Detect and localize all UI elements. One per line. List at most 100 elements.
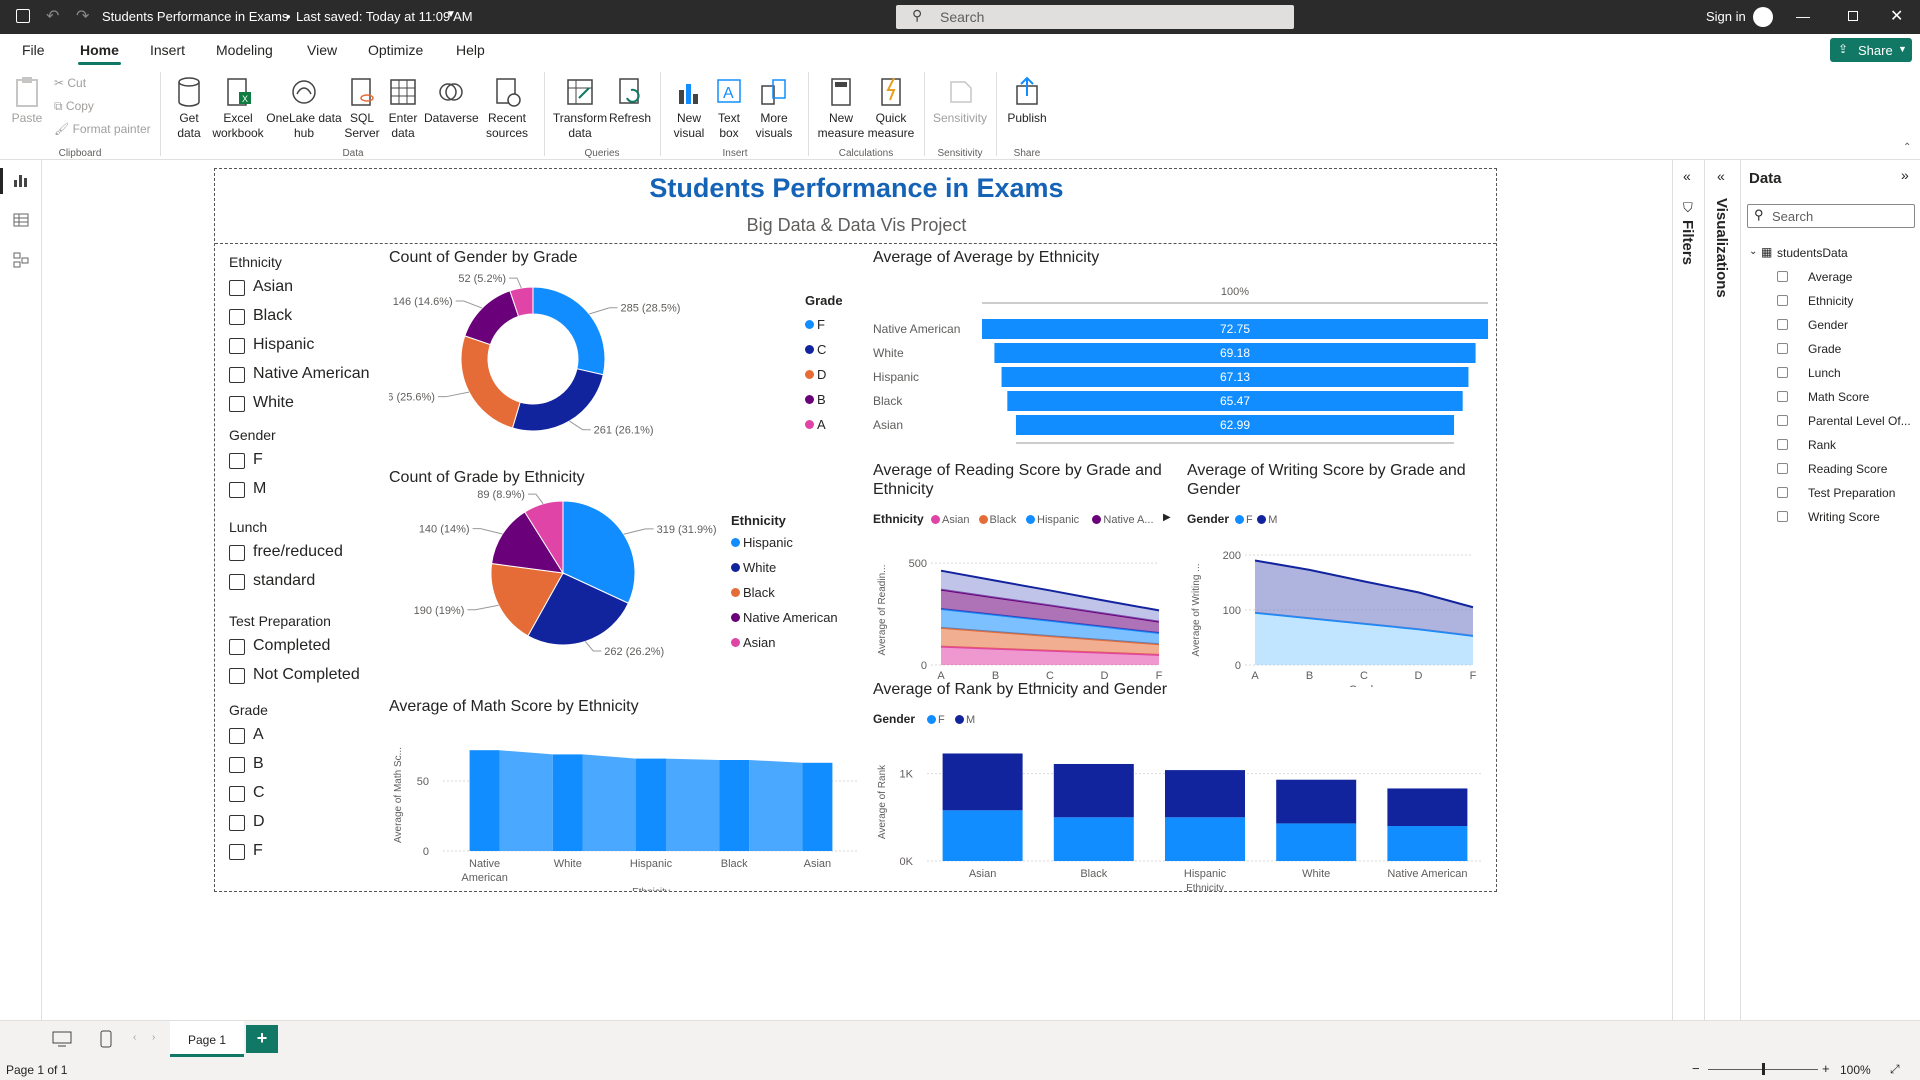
data-field-item[interactable]: Math Score <box>1777 390 1917 404</box>
data-search-input[interactable]: ⚲ Search <box>1747 204 1915 228</box>
donut-chart[interactable]: 285 (28.5%) 261 (26.1%) 256 (25.6%) 146 (14… <box>389 269 689 449</box>
data-field-item[interactable]: Ethnicity <box>1777 294 1917 308</box>
page-tab[interactable]: Page 1 <box>170 1021 244 1057</box>
fit-to-page-icon[interactable]: ⤢ <box>1890 1062 1900 1077</box>
checkbox[interactable] <box>1777 391 1788 402</box>
slicer-item-f[interactable]: F <box>229 451 263 469</box>
format-painter-button[interactable]: 🖌 Format painter <box>54 122 151 136</box>
zoom-out-icon[interactable]: − <box>1692 1061 1700 1076</box>
checkbox[interactable] <box>1777 319 1788 330</box>
checkbox[interactable] <box>1777 439 1788 450</box>
legend-item[interactable]: D <box>805 367 826 382</box>
slicer-item-standard[interactable]: standard <box>229 572 315 590</box>
checkbox[interactable] <box>1777 271 1788 282</box>
filters-pane-collapsed[interactable]: « ⛉ Filters <box>1672 160 1704 1020</box>
menu-modeling[interactable]: Modeling <box>216 42 273 58</box>
new-visual-button[interactable]: New visual <box>668 76 710 141</box>
data-field-item[interactable]: Parental Level Of... <box>1777 414 1917 428</box>
legend-item[interactable]: M <box>955 714 975 726</box>
legend-item[interactable]: Native American <box>731 610 838 625</box>
menu-home[interactable]: Home <box>78 42 121 65</box>
area-chart[interactable]: 0 100 200 A B C D F Grade Average of Writing ... <box>1187 527 1493 687</box>
redo-icon[interactable]: ↷ <box>76 6 89 26</box>
dataverse-button[interactable]: Dataverse <box>424 76 479 126</box>
checkbox[interactable] <box>229 786 245 802</box>
desktop-layout-icon[interactable] <box>52 1031 72 1047</box>
checkbox[interactable] <box>229 844 245 860</box>
checkbox[interactable] <box>229 639 245 655</box>
data-field-item[interactable]: Average <box>1777 270 1917 284</box>
data-field-item[interactable]: Gender <box>1777 318 1917 332</box>
menu-insert[interactable]: Insert <box>150 42 185 58</box>
legend-next-icon[interactable]: ▶ <box>1163 512 1171 523</box>
menu-view[interactable]: View <box>307 42 337 58</box>
slicer-item-completed[interactable]: Completed <box>229 637 330 655</box>
table-view-icon[interactable] <box>13 212 29 228</box>
legend-item[interactable]: Asian <box>931 514 970 526</box>
quick-measure-button[interactable]: Quick measure <box>866 76 916 141</box>
checkbox[interactable] <box>229 815 245 831</box>
share-button[interactable]: ⇪ Share ▼ <box>1830 38 1912 62</box>
collapse-ribbon-icon[interactable]: ⌃ <box>1903 142 1911 153</box>
mobile-layout-icon[interactable] <box>100 1030 112 1048</box>
get-data-button[interactable]: Get data <box>168 76 210 141</box>
slicer-item-free-reduced[interactable]: free/reduced <box>229 543 343 561</box>
slicer-item-not-completed[interactable]: Not Completed <box>229 666 360 684</box>
slicer-item-native-american[interactable]: Native American <box>229 365 370 383</box>
cut-button[interactable]: ✂ Cut <box>54 76 86 90</box>
copy-button[interactable]: ⧉ Copy <box>54 99 94 114</box>
legend-item[interactable]: A <box>805 417 826 432</box>
checkbox[interactable] <box>229 482 245 498</box>
checkbox[interactable] <box>1777 511 1788 522</box>
slicer-item-black[interactable]: Black <box>229 307 292 325</box>
restore-icon[interactable] <box>1848 11 1858 21</box>
checkbox[interactable] <box>229 396 245 412</box>
next-page-icon[interactable]: › <box>152 1032 155 1043</box>
publish-button[interactable]: Publish <box>1004 76 1050 126</box>
slicer-item-a[interactable]: A <box>229 726 264 744</box>
area-chart[interactable]: 0500ABCDFGradeAverage of Readin... <box>873 527 1185 687</box>
data-field-item[interactable]: Lunch <box>1777 366 1917 380</box>
checkbox[interactable] <box>229 668 245 684</box>
chevron-down-icon[interactable]: ▼ <box>446 9 456 20</box>
excel-workbook-button[interactable]: X Excel workbook <box>212 76 264 141</box>
checkbox[interactable] <box>1777 415 1788 426</box>
menu-optimize[interactable]: Optimize <box>368 42 423 58</box>
slicer-item-white[interactable]: White <box>229 394 294 412</box>
text-box-button[interactable]: A Text box <box>712 76 746 141</box>
legend-item[interactable]: Native A... <box>1092 514 1154 526</box>
stacked-bar-chart[interactable]: 0K 1K Asian Black Hispanic White Native Americ… <box>873 729 1493 891</box>
visualizations-pane-collapsed[interactable]: « Visualizations <box>1704 160 1740 1020</box>
minimize-icon[interactable]: — <box>1796 8 1810 24</box>
sign-in-link[interactable]: Sign in <box>1706 9 1746 24</box>
legend-item[interactable]: B <box>805 392 826 407</box>
data-field-item[interactable]: Test Preparation <box>1777 486 1917 500</box>
data-field-item[interactable]: Grade <box>1777 342 1917 356</box>
legend-item[interactable]: M <box>1257 514 1277 526</box>
checkbox[interactable] <box>229 728 245 744</box>
report-view-icon[interactable] <box>13 172 29 188</box>
pie-chart[interactable]: 319 (31.9%) 262 (26.2%) 190 (19%) 140 (14%)… <box>389 487 769 667</box>
enter-data-button[interactable]: Enter data <box>384 76 422 141</box>
expand-icon[interactable]: « <box>1683 168 1691 184</box>
legend-item[interactable]: Black <box>731 585 775 600</box>
close-icon[interactable]: ✕ <box>1890 6 1903 26</box>
slicer-item-c[interactable]: C <box>229 784 265 802</box>
checkbox[interactable] <box>229 545 245 561</box>
sensitivity-button[interactable]: Sensitivity <box>930 76 990 126</box>
checkbox[interactable] <box>229 367 245 383</box>
slicer-item-b[interactable]: B <box>229 755 264 773</box>
checkbox[interactable] <box>229 338 245 354</box>
legend-item[interactable]: Asian <box>731 635 776 650</box>
add-page-button[interactable]: + <box>246 1025 278 1053</box>
table-name[interactable]: studentsData <box>1777 246 1848 260</box>
data-field-item[interactable]: Reading Score <box>1777 462 1917 476</box>
menu-file[interactable]: File <box>22 42 45 58</box>
new-measure-button[interactable]: New measure <box>816 76 866 141</box>
funnel-chart[interactable]: 100% 72.75 Native American 69.18 White 67.13 H… <box>873 269 1493 449</box>
menu-help[interactable]: Help <box>456 42 485 58</box>
legend-item[interactable]: F <box>1235 514 1253 526</box>
legend-item[interactable]: F <box>927 714 945 726</box>
zoom-in-icon[interactable]: + <box>1822 1061 1830 1076</box>
checkbox[interactable] <box>1777 367 1788 378</box>
